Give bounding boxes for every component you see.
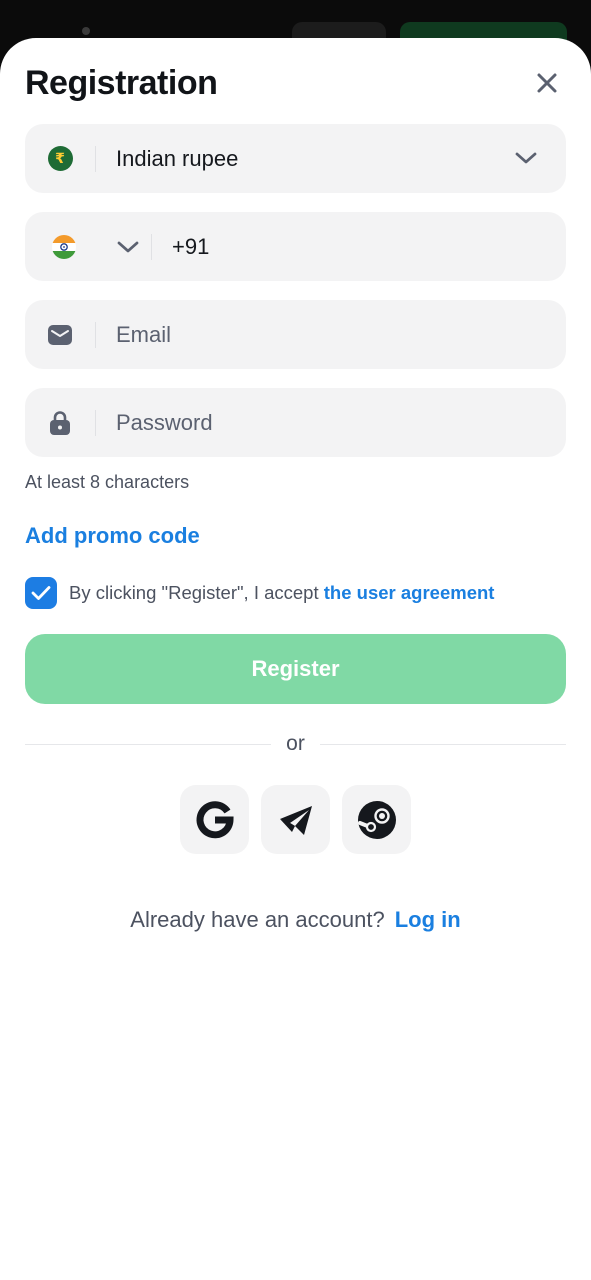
- chevron-down-icon: [515, 152, 537, 164]
- header-dot: [82, 27, 90, 35]
- divider-line-right: [320, 744, 566, 745]
- phone-input[interactable]: +91: [152, 234, 209, 260]
- google-login-button[interactable]: [180, 785, 249, 854]
- add-promo-code-link[interactable]: Add promo code: [25, 523, 200, 549]
- rupee-icon: ₹: [47, 146, 73, 171]
- password-field[interactable]: Password: [25, 388, 566, 457]
- currency-symbol: ₹: [55, 150, 65, 166]
- steam-icon: [357, 800, 396, 839]
- or-divider: or: [25, 732, 566, 758]
- mail-icon: [48, 324, 72, 345]
- agreement-checkbox[interactable]: [25, 577, 57, 609]
- close-button[interactable]: [530, 66, 564, 100]
- agreement-text: By clicking "Register", I accept the use…: [69, 582, 494, 604]
- login-prompt: Already have an account?: [130, 907, 385, 932]
- country-code-dropdown[interactable]: [105, 235, 151, 259]
- email-field[interactable]: Email: [25, 300, 566, 369]
- agreement-label: By clicking "Register", I accept: [69, 582, 324, 603]
- social-login-group: [180, 785, 411, 854]
- google-icon: [196, 800, 234, 838]
- close-icon: [537, 73, 557, 93]
- lock-icon: [50, 410, 70, 435]
- telegram-icon: [279, 805, 312, 835]
- log-in-link[interactable]: Log in: [395, 907, 461, 932]
- country-code-select[interactable]: [25, 234, 105, 259]
- phone-field[interactable]: +91: [25, 212, 566, 281]
- india-flag-icon: [52, 234, 76, 259]
- currency-label: Indian rupee: [116, 145, 239, 171]
- register-button[interactable]: Register: [25, 634, 566, 704]
- telegram-login-button[interactable]: [261, 785, 330, 854]
- password-input[interactable]: Password: [96, 410, 213, 436]
- agreement-row: By clicking "Register", I accept the use…: [25, 577, 494, 609]
- steam-login-button[interactable]: [342, 785, 411, 854]
- email-input[interactable]: Email: [96, 322, 171, 348]
- registration-sheet: Registration ₹ Indian rupee +91 Email Pa…: [0, 38, 591, 1280]
- user-agreement-link[interactable]: the user agreement: [324, 582, 495, 603]
- page-title: Registration: [25, 64, 218, 102]
- currency-select[interactable]: ₹ Indian rupee: [25, 124, 566, 193]
- checkmark-icon: [31, 586, 51, 600]
- chevron-down-icon: [117, 241, 139, 252]
- login-row: Already have an account? Log in: [0, 907, 591, 933]
- password-hint: At least 8 characters: [25, 472, 190, 492]
